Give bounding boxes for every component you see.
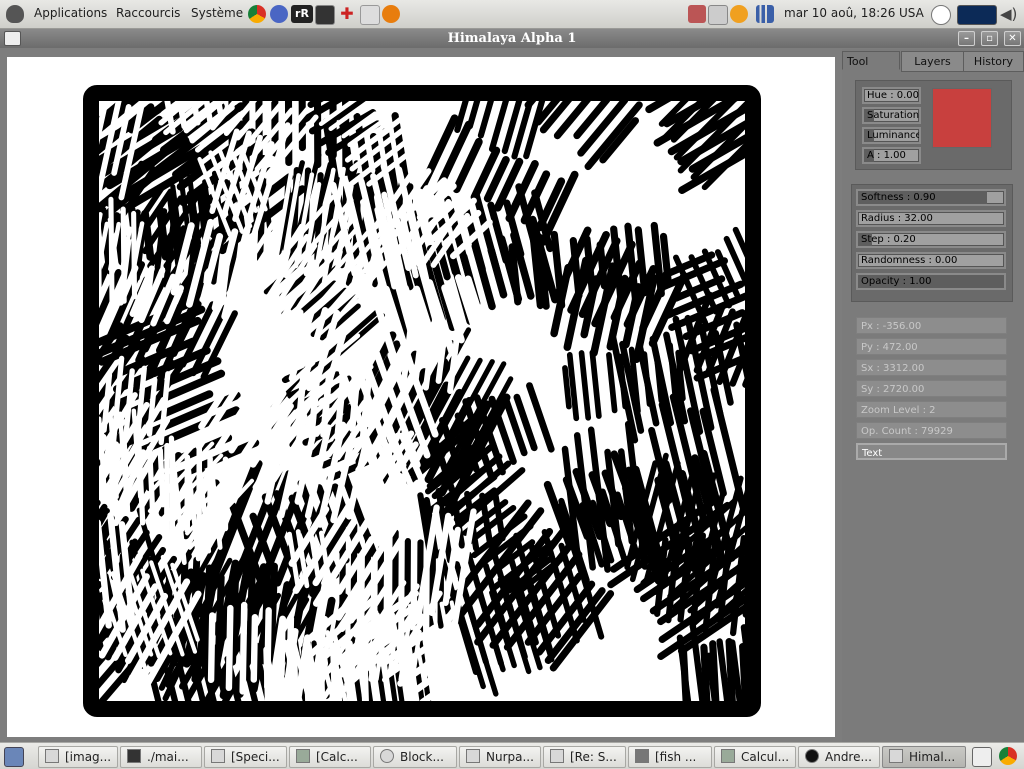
calculator-icon [721, 749, 735, 763]
sy-readout: Sy : 2720.00 [856, 380, 1007, 397]
py-readout: Py : 472.00 [856, 338, 1007, 355]
rr-launcher-icon[interactable]: rR [291, 5, 313, 23]
brightness-icon[interactable] [931, 5, 951, 25]
color-swatch[interactable] [932, 88, 992, 148]
px-readout: Px : -356.00 [856, 317, 1007, 334]
tab-layers[interactable]: Layers [901, 51, 964, 72]
task-button[interactable]: [Re: S... [543, 746, 626, 768]
mail-icon [466, 749, 480, 763]
taskbar: [imag... ./mai... [Speci... [Calc... Blo… [0, 742, 1024, 769]
volume-icon[interactable]: ◀) [1000, 5, 1018, 23]
task-button[interactable]: Andre... [798, 746, 880, 768]
weather-sun-icon[interactable] [730, 5, 748, 23]
radius-slider[interactable]: Radius : 32.00 [856, 210, 1006, 227]
disk-icon [380, 749, 394, 763]
mail-reply-icon [550, 749, 564, 763]
show-desktop-icon[interactable] [4, 747, 24, 767]
maximize-button[interactable]: ▫ [981, 31, 998, 46]
terminal-icon [635, 749, 649, 763]
step-slider[interactable]: Step : 0.20 [856, 231, 1006, 248]
window-title: Himalaya Alpha 1 [448, 31, 577, 46]
tool-panel: Tool Layers History Hue : 0.00 Saturatio… [842, 49, 1024, 742]
update-notifier-icon[interactable] [688, 5, 706, 23]
task-button[interactable]: Nurpa... [459, 746, 541, 768]
window-icon [889, 749, 903, 763]
chrome-tray-icon[interactable] [999, 747, 1017, 765]
window-icon [45, 749, 59, 763]
system-menu[interactable]: Système [191, 6, 243, 20]
opacity-slider[interactable]: Opacity : 1.00 [856, 273, 1006, 290]
zoom-level-readout: Zoom Level : 2 [856, 401, 1007, 418]
close-button[interactable]: ✕ [1004, 31, 1021, 46]
system-monitor-icon[interactable] [957, 5, 997, 25]
mail-launcher-icon[interactable] [360, 5, 380, 25]
task-button[interactable]: Block... [373, 746, 457, 768]
canvas-artwork [7, 57, 835, 737]
terminal-icon [127, 749, 141, 763]
alpha-slider[interactable]: A : 1.00 [862, 147, 921, 164]
op-count-readout: Op. Count : 79929 [856, 422, 1007, 439]
minimize-button[interactable]: – [958, 31, 975, 46]
top-panel: Applications Raccourcis Système rR ✚ mar… [0, 0, 1024, 29]
clock[interactable]: mar 10 aoû, 18:26 [784, 6, 895, 20]
document-icon [211, 749, 225, 763]
softness-slider[interactable]: Softness : 0.90 [856, 189, 1006, 206]
keyboard-layout[interactable]: USA [899, 6, 924, 20]
app-icon [805, 749, 819, 763]
task-button-active[interactable]: Himal... [882, 746, 966, 768]
task-button[interactable]: [fish ... [628, 746, 712, 768]
task-button[interactable]: [imag... [38, 746, 118, 768]
brush-group: Softness : 0.90 Radius : 32.00 Step : 0.… [851, 184, 1013, 302]
calculator-icon [296, 749, 310, 763]
window-titlebar[interactable]: Himalaya Alpha 1 – ▫ ✕ [0, 29, 1024, 48]
chrome-launcher-icon[interactable] [248, 5, 266, 23]
workspace-switcher-icon[interactable] [972, 747, 992, 767]
network-signal-icon[interactable] [756, 5, 774, 23]
luminance-slider[interactable]: Luminance [862, 127, 921, 144]
sx-readout: Sx : 3312.00 [856, 359, 1007, 376]
saturation-slider[interactable]: Saturation [862, 107, 921, 124]
color-group: Hue : 0.00 Saturation Luminance A : 1.00 [855, 80, 1012, 170]
text-input[interactable]: Text [856, 443, 1007, 460]
window-menu-icon[interactable] [4, 31, 21, 46]
randomness-slider[interactable]: Randomness : 0.00 [856, 252, 1006, 269]
task-button[interactable]: [Calc... [289, 746, 371, 768]
shortcuts-menu[interactable]: Raccourcis [116, 6, 180, 20]
blender-launcher-icon[interactable] [382, 5, 400, 23]
hue-slider[interactable]: Hue : 0.00 [862, 87, 921, 104]
task-button[interactable]: ./mai... [120, 746, 202, 768]
applications-menu[interactable]: Applications [34, 6, 107, 20]
keyring-icon[interactable] [708, 5, 728, 25]
task-button[interactable]: Calcul... [714, 746, 796, 768]
drawing-canvas[interactable] [7, 57, 835, 737]
task-button[interactable]: [Speci... [204, 746, 287, 768]
globe-launcher-icon[interactable] [270, 5, 288, 23]
tab-tool[interactable]: Tool [842, 51, 900, 70]
terminal-launcher-icon[interactable] [315, 5, 335, 25]
tool-launcher-icon[interactable]: ✚ [338, 5, 356, 23]
tab-history[interactable]: History [963, 51, 1024, 72]
gnome-foot-icon[interactable] [6, 5, 24, 23]
